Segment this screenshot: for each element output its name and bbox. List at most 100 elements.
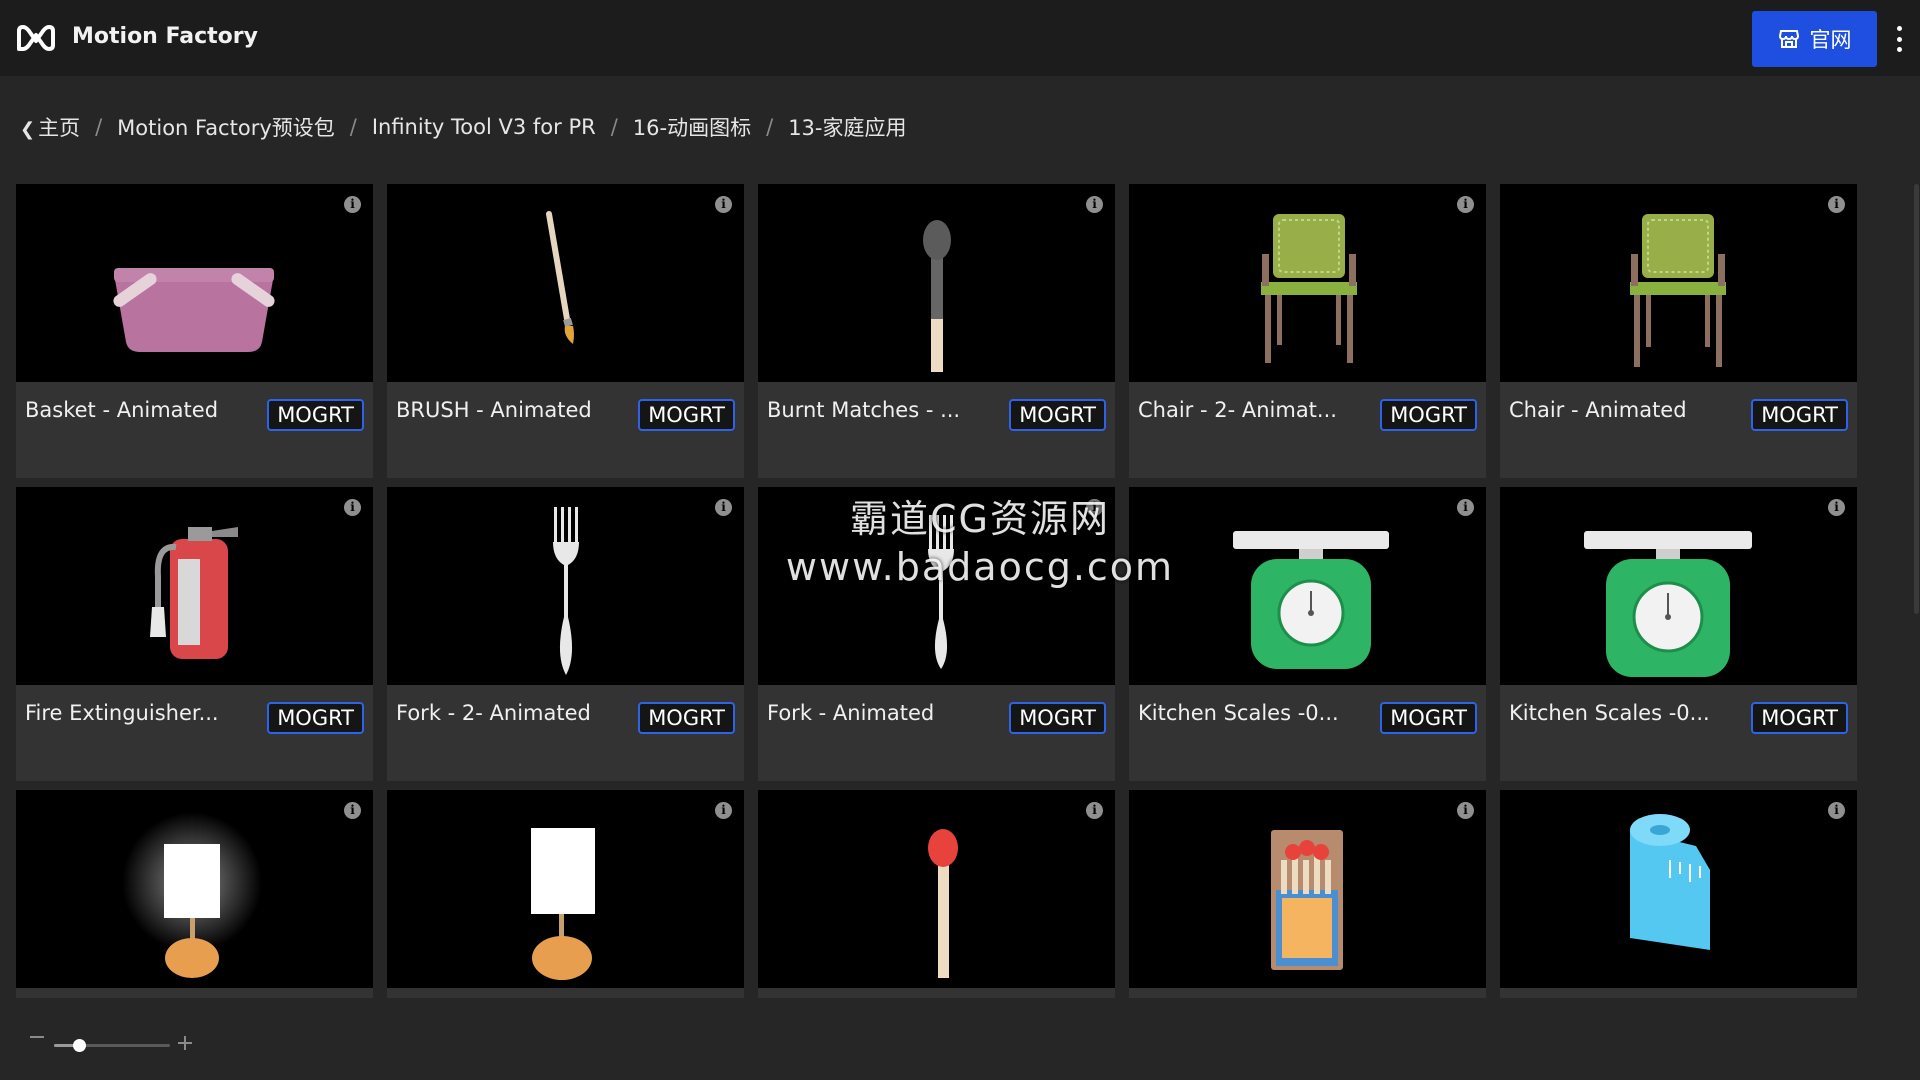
infinity-logo-icon[interactable]	[16, 22, 56, 54]
bottom-bar	[0, 998, 1920, 1080]
lamp-lit-icon	[122, 812, 262, 978]
preset-card[interactable]: i	[1129, 790, 1486, 998]
breadcrumb-item[interactable]: 16-动画图标	[633, 112, 751, 142]
preset-thumbnail[interactable]	[1500, 790, 1857, 988]
paintbrush-icon	[546, 211, 574, 344]
info-icon[interactable]: i	[1828, 196, 1845, 213]
mogrt-badge[interactable]: MOGRT	[267, 399, 364, 431]
preset-thumbnail[interactable]	[1129, 487, 1486, 685]
preset-card[interactable]: i	[387, 790, 744, 998]
preset-thumbnail[interactable]	[16, 487, 373, 685]
preset-thumbnail[interactable]	[387, 184, 744, 382]
info-icon[interactable]: i	[1828, 499, 1845, 516]
mogrt-badge[interactable]: MOGRT	[1380, 399, 1477, 431]
preset-card[interactable]: i	[16, 790, 373, 998]
preset-title: Chair - Animated	[1509, 398, 1687, 422]
fork-icon	[553, 507, 579, 675]
mogrt-badge[interactable]: MOGRT	[1751, 702, 1848, 734]
preset-card[interactable]: i	[758, 790, 1115, 998]
breadcrumb-separator: /	[95, 115, 103, 139]
preset-thumbnail[interactable]	[1500, 184, 1857, 382]
kebab-menu-icon[interactable]	[1890, 26, 1908, 52]
preset-card[interactable]: i Kitchen Scales -0... MOGRT	[1129, 487, 1486, 781]
preset-card[interactable]: i BRUSH - Animated MOGRT	[387, 184, 744, 478]
fire-extinguisher-icon	[150, 527, 238, 659]
info-icon[interactable]: i	[715, 802, 732, 819]
mogrt-badge[interactable]: MOGRT	[638, 702, 735, 734]
preset-thumbnail[interactable]	[758, 184, 1115, 382]
kitchen-scale-icon	[1233, 531, 1389, 669]
info-icon[interactable]: i	[344, 499, 361, 516]
preset-thumbnail[interactable]	[758, 487, 1115, 685]
info-icon[interactable]: i	[1457, 196, 1474, 213]
mogrt-badge[interactable]: MOGRT	[1751, 399, 1848, 431]
mogrt-badge[interactable]: MOGRT	[1009, 702, 1106, 734]
preset-card[interactable]: i Chair - 2- Animat... MOGRT	[1129, 184, 1486, 478]
info-icon[interactable]: i	[715, 499, 732, 516]
preset-title: Chair - 2- Animat...	[1138, 398, 1337, 422]
info-icon[interactable]: i	[344, 802, 361, 819]
preset-card[interactable]: i	[1500, 790, 1857, 998]
preset-title: Kitchen Scales -0...	[1138, 701, 1339, 725]
zoom-slider-thumb[interactable]	[73, 1039, 86, 1052]
storefront-icon	[1778, 30, 1799, 48]
chevron-left-icon: ❮	[20, 119, 36, 140]
breadcrumb-separator: /	[349, 115, 357, 139]
info-icon[interactable]: i	[1086, 802, 1103, 819]
measuring-tape-icon	[1630, 814, 1710, 950]
preset-title: Fork - Animated	[767, 701, 935, 725]
preset-thumbnail[interactable]	[16, 790, 373, 988]
kitchen-scale-icon	[1584, 531, 1752, 677]
breadcrumb: ❮ 主页 / Motion Factory预设包 / Infinity Tool …	[20, 112, 907, 142]
breadcrumb-item[interactable]: Motion Factory预设包	[117, 112, 335, 142]
preset-thumbnail[interactable]	[1500, 487, 1857, 685]
preset-title: Fork - 2- Animated	[396, 701, 591, 725]
mogrt-badge[interactable]: MOGRT	[1380, 702, 1477, 734]
mogrt-badge[interactable]: MOGRT	[267, 702, 364, 734]
preset-title: Burnt Matches - ...	[767, 398, 961, 422]
basket-icon	[113, 268, 275, 352]
breadcrumb-separator: /	[766, 115, 774, 139]
minus-icon[interactable]	[30, 1036, 44, 1038]
chair-icon	[1630, 214, 1726, 367]
preset-thumbnail[interactable]	[1129, 790, 1486, 988]
info-icon[interactable]: i	[1086, 499, 1103, 516]
preset-thumbnail[interactable]	[387, 790, 744, 988]
preset-title: Kitchen Scales -0...	[1509, 701, 1710, 725]
preset-thumbnail[interactable]	[387, 487, 744, 685]
preset-card[interactable]: i Chair - Animated MOGRT	[1500, 184, 1857, 478]
mogrt-badge[interactable]: MOGRT	[1009, 399, 1106, 431]
match-icon	[928, 829, 958, 978]
preset-card[interactable]: i Fork - Animated MOGRT	[758, 487, 1115, 781]
preset-card[interactable]: i Burnt Matches - ... MOGRT	[758, 184, 1115, 478]
official-site-button[interactable]: 官网	[1752, 11, 1877, 67]
app-title: Motion Factory	[72, 24, 258, 49]
info-icon[interactable]: i	[1457, 499, 1474, 516]
preset-card[interactable]: i Fork - 2- Animated MOGRT	[387, 487, 744, 781]
plus-icon[interactable]	[178, 1036, 192, 1050]
info-icon[interactable]: i	[715, 196, 732, 213]
breadcrumb-separator: /	[610, 115, 618, 139]
info-icon[interactable]: i	[1457, 802, 1474, 819]
preset-thumbnail[interactable]	[1129, 184, 1486, 382]
breadcrumb-current[interactable]: 13-家庭应用	[788, 112, 906, 142]
preset-card[interactable]: i Basket - Animated MOGRT	[16, 184, 373, 478]
preset-thumbnail[interactable]	[758, 790, 1115, 988]
info-icon[interactable]: i	[344, 196, 361, 213]
info-icon[interactable]: i	[1828, 802, 1845, 819]
burnt-match-icon	[923, 220, 951, 372]
preset-card[interactable]: i Fire Extinguisher... MOGRT	[16, 487, 373, 781]
preset-thumbnail[interactable]	[16, 184, 373, 382]
breadcrumb-item[interactable]: Infinity Tool V3 for PR	[372, 115, 596, 139]
chair-icon	[1261, 214, 1357, 363]
info-icon[interactable]: i	[1086, 196, 1103, 213]
lamp-icon	[531, 828, 595, 980]
preset-card[interactable]: i Kitchen Scales -0... MOGRT	[1500, 487, 1857, 781]
breadcrumb-home[interactable]: ❮ 主页	[20, 112, 80, 142]
scrollbar-thumb[interactable]	[1914, 184, 1919, 614]
matchbox-icon	[1271, 830, 1343, 970]
top-bar: Motion Factory 官网	[0, 0, 1920, 76]
preset-grid: i Basket - Animated MOGRT i BRUSH - Anim…	[16, 184, 1858, 998]
official-site-label: 官网	[1809, 28, 1852, 52]
mogrt-badge[interactable]: MOGRT	[638, 399, 735, 431]
